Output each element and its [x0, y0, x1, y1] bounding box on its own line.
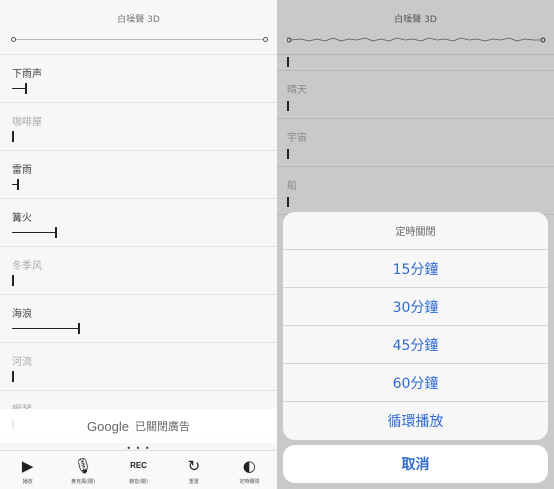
main-screen: 白噪聲 3D 下雨声咖啡屋雷雨篝火冬季风海浪河流鋼琴 Google 已關閉廣告 …: [0, 0, 277, 489]
sound-row[interactable]: 冬季风: [0, 247, 277, 295]
cancel-button[interactable]: 取消: [283, 445, 548, 483]
sound-row[interactable]: [277, 55, 554, 71]
sound-row[interactable]: 雷雨: [0, 151, 277, 199]
timer-screen: 白噪聲 3D 晴天宇宙船 定時關閉 15分鐘 30分鐘 45分鐘 60分鐘 循環播放 取…: [277, 0, 554, 489]
volume-slider-thumb[interactable]: [12, 131, 14, 142]
volume-slider-thumb[interactable]: [287, 101, 289, 111]
bottom-toolbar: ▶ 播放 🎙 麥克風(關) REC 錄音(關) ↻ 重置 ◐ 定時關閉: [0, 450, 277, 489]
sound-label: 冬季风: [12, 261, 42, 272]
toolbar-behind-sheet: [277, 482, 554, 489]
rec-icon: REC: [130, 461, 147, 470]
volume-slider-thumb[interactable]: [287, 149, 289, 159]
sound-label: 篝火: [12, 213, 32, 224]
reset-icon: ↻: [187, 456, 201, 475]
waveform-line: [13, 39, 267, 40]
volume-slider-track[interactable]: [12, 328, 78, 329]
sound-label: 雷雨: [12, 165, 32, 176]
timer-option-3[interactable]: 45分鐘: [283, 326, 548, 364]
tab-label: 定時關閉: [239, 478, 260, 485]
sound-row[interactable]: 海浪: [0, 295, 277, 343]
timer-action-sheet: 定時關閉 15分鐘 30分鐘 45分鐘 60分鐘 循環播放: [283, 212, 548, 440]
sound-row[interactable]: 咖啡屋: [0, 103, 277, 151]
tab-label: 錄音(關): [129, 478, 148, 485]
sheet-title: 定時關閉: [283, 212, 548, 250]
sound-row[interactable]: 下雨声: [0, 55, 277, 103]
timer-option-4[interactable]: 60分鐘: [283, 364, 548, 402]
volume-slider-thumb[interactable]: [12, 275, 14, 286]
volume-slider-track[interactable]: [12, 232, 55, 233]
sound-label: 海浪: [12, 309, 32, 320]
waveform-start-handle[interactable]: [11, 37, 16, 42]
sound-label: 下雨声: [12, 69, 42, 80]
sound-row[interactable]: 宇宙: [277, 119, 554, 167]
volume-slider-thumb[interactable]: [12, 371, 14, 382]
volume-slider-thumb[interactable]: [25, 83, 27, 94]
volume-slider-thumb[interactable]: [55, 227, 57, 238]
tab-label: 麥克風(關): [71, 478, 96, 485]
mic-off-icon: 🎙: [73, 456, 93, 475]
ad-banner[interactable]: Google 已關閉廣告: [0, 409, 277, 443]
waveform-end-handle[interactable]: [263, 37, 268, 42]
sound-row[interactable]: 篝火: [0, 199, 277, 247]
tab-label: 播放: [22, 478, 33, 485]
tab-rec[interactable]: REC 錄音(關): [111, 451, 166, 489]
volume-slider-track[interactable]: [12, 88, 25, 89]
tab-play[interactable]: ▶ 播放: [0, 451, 55, 489]
sound-row[interactable]: 河流: [0, 343, 277, 391]
timer-option-1[interactable]: 15分鐘: [283, 250, 548, 288]
sound-label: 宇宙: [287, 133, 307, 144]
tab-timer[interactable]: ◐ 定時關閉: [222, 451, 277, 489]
volume-slider-thumb[interactable]: [287, 57, 289, 67]
timer-option-5[interactable]: 循環播放: [283, 402, 548, 440]
app-title: 白噪聲 3D: [394, 15, 437, 25]
tab-mic-off[interactable]: 🎙 麥克風(關): [55, 451, 110, 489]
play-icon: ▶: [21, 456, 34, 475]
timer-icon: ◐: [242, 456, 256, 475]
sound-label: 河流: [12, 357, 32, 368]
sound-label: 船: [287, 181, 297, 192]
waveform: [287, 37, 546, 43]
tab-label: 重置: [188, 478, 199, 485]
sound-row[interactable]: 晴天: [277, 71, 554, 119]
ad-closed-text: 已關閉廣告: [134, 420, 190, 433]
timer-option-2[interactable]: 30分鐘: [283, 288, 548, 326]
volume-slider-thumb[interactable]: [78, 323, 80, 334]
sound-label: 咖啡屋: [12, 117, 42, 128]
app-title: 白噪聲 3D: [117, 15, 160, 25]
sound-label: 晴天: [287, 85, 307, 96]
google-logo: Google: [87, 418, 129, 434]
tab-reset[interactable]: ↻ 重置: [166, 451, 221, 489]
volume-slider-thumb[interactable]: [287, 197, 289, 207]
volume-slider-thumb[interactable]: [17, 179, 19, 190]
sound-row[interactable]: 船: [277, 167, 554, 215]
